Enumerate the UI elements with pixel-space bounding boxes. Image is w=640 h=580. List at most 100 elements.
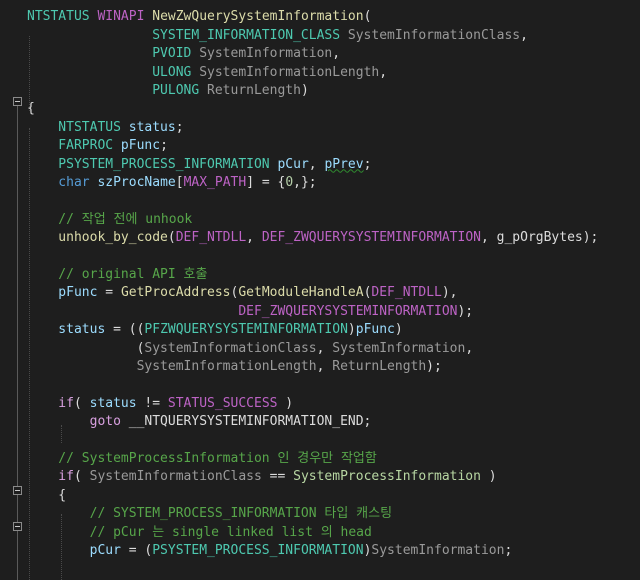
code-token: // 작업 전에 unhook (27, 211, 193, 227)
code-text: if( SystemInformationClass == SystemProc… (27, 468, 497, 486)
code-token: SystemInformation (199, 46, 333, 62)
code-token: != (136, 395, 168, 411)
code-token: , (316, 340, 333, 356)
code-token: 0 (285, 174, 294, 190)
code-token: SystemInformationLength (199, 64, 380, 80)
code-token: DEF_NTDLL (175, 230, 247, 246)
code-token: ReturnLength (207, 82, 301, 98)
code-token: ReturnLength (332, 358, 427, 374)
code-token: PVOID (27, 46, 192, 62)
code-token: ) (277, 395, 294, 411)
code-token: pFunc (120, 138, 161, 154)
collapse-toggle-icon[interactable] (13, 522, 22, 531)
collapse-toggle-icon[interactable] (13, 97, 22, 106)
code-token: = (( (105, 322, 145, 338)
code-token: SYSTEM_INFORMATION_CLASS (27, 27, 341, 43)
code-token: ); (426, 358, 442, 374)
code-token: pCur (27, 542, 121, 558)
code-token: ) (347, 322, 356, 338)
code-token: GetProcAddress (120, 285, 231, 301)
code-token: status (89, 395, 137, 411)
code-token: ,}; (293, 174, 317, 190)
code-editor[interactable]: NTSTATUS WINAPI NewZwQuerySystemInformat… (0, 0, 640, 580)
code-token: ] = { (246, 174, 286, 190)
code-token: pFunc (355, 322, 395, 338)
code-token: ( (363, 9, 372, 25)
code-token: status (27, 322, 106, 338)
code-token: PFZWQUERYSYSTEMINFORMATION (144, 322, 348, 338)
code-token: DEF_NTDLL (371, 285, 442, 301)
code-token: goto (27, 414, 121, 430)
code-text: // pCur 는 single linked list 의 head (27, 524, 372, 542)
code-text: SystemInformationLength, ReturnLength); (27, 358, 442, 376)
code-text: pCur = (PSYSTEM_PROCESS_INFORMATION)Syst… (27, 542, 513, 560)
code-token: SystemProcessInformation (293, 469, 481, 485)
code-token: ; (160, 138, 168, 154)
code-token: STATUS_SUCCESS (167, 395, 278, 411)
code-token: NewZwQuerySystemInformation (152, 9, 364, 25)
code-text: goto __NTQUERYSYSTEMINFORMATION_END; (27, 413, 372, 431)
code-token: ULONG (27, 64, 192, 80)
code-token: // pCur 는 single linked list 의 head (27, 524, 372, 540)
code-token: GetModuleHandleA (238, 285, 364, 301)
code-text: { (27, 100, 35, 118)
code-token: DEF_ZWQUERYSYSTEMINFORMATION (27, 303, 458, 319)
code-text: SYSTEM_INFORMATION_CLASS SystemInformati… (27, 27, 528, 45)
code-token: g_pOrgBytes (496, 230, 583, 246)
code-token: , (379, 64, 388, 80)
code-token: // SystemProcessInformation 인 경우만 작업함 (27, 450, 377, 466)
code-text: pFunc = GetProcAddress(GetModuleHandleA(… (27, 284, 458, 302)
code-token: ( (167, 230, 176, 246)
code-token: if (27, 395, 74, 411)
collapse-toggle-icon[interactable] (13, 486, 22, 495)
fold-region-line (17, 531, 18, 580)
code-token: pFunc (27, 285, 98, 301)
code-token: ) (394, 322, 403, 338)
code-token: unhook_by_code (27, 230, 168, 246)
code-token: SystemInformationClass (89, 469, 262, 485)
code-token: pPrev (324, 156, 364, 172)
code-text: { (27, 487, 66, 505)
code-token: SystemInformationClass (347, 27, 521, 43)
code-text: FARPROC pFunc; (27, 137, 168, 155)
code-token: ; (504, 542, 513, 558)
code-text: // SYSTEM_PROCESS_INFORMATION 타입 캐스팅 (27, 505, 392, 523)
code-token: if (27, 469, 74, 485)
code-token: __NTQUERYSYSTEMINFORMATION_END; (120, 414, 372, 430)
code-token: PSYSTEM_PROCESS_INFORMATION (152, 542, 364, 558)
code-token: = ( (120, 542, 153, 558)
code-token: , (465, 340, 474, 356)
code-token: , (246, 230, 262, 246)
code-token: MAX_PATH (183, 174, 247, 190)
code-text: // SystemProcessInformation 인 경우만 작업함 (27, 450, 377, 468)
code-token: DEF_ZWQUERYSYSTEMINFORMATION (261, 230, 481, 246)
code-token: // SYSTEM_PROCESS_INFORMATION 타입 캐스팅 (27, 506, 393, 522)
code-token: SystemInformation (371, 542, 505, 558)
code-token: NTSTATUS (27, 9, 90, 25)
code-text: PVOID SystemInformation, (27, 45, 340, 63)
code-token: ) (480, 469, 497, 485)
code-token: // original API 호출 (27, 266, 208, 282)
code-token: PULONG (27, 82, 200, 98)
code-token: pCur (277, 156, 309, 172)
code-token: status (128, 119, 176, 135)
code-token: = (97, 285, 121, 301)
code-token: ( (73, 469, 90, 485)
code-token: NTSTATUS (27, 119, 121, 135)
fold-region-line (17, 495, 18, 522)
code-token: ); (582, 230, 599, 246)
code-text: unhook_by_code(DEF_NTDLL, DEF_ZWQUERYSYS… (27, 229, 598, 247)
code-text: char szProcName[MAX_PATH] = {0,}; (27, 174, 317, 192)
code-text: status = ((PFZWQUERYSYSTEMINFORMATION)pF… (27, 321, 403, 339)
code-token: [ (175, 174, 184, 190)
code-token: { (27, 101, 35, 117)
code-token: ), (441, 285, 458, 301)
code-text: ULONG SystemInformationLength, (27, 64, 387, 82)
code-token: FARPROC (27, 138, 114, 154)
code-token: , (480, 230, 497, 246)
code-text: NTSTATUS status; (27, 119, 183, 137)
code-token: ); (457, 303, 474, 319)
